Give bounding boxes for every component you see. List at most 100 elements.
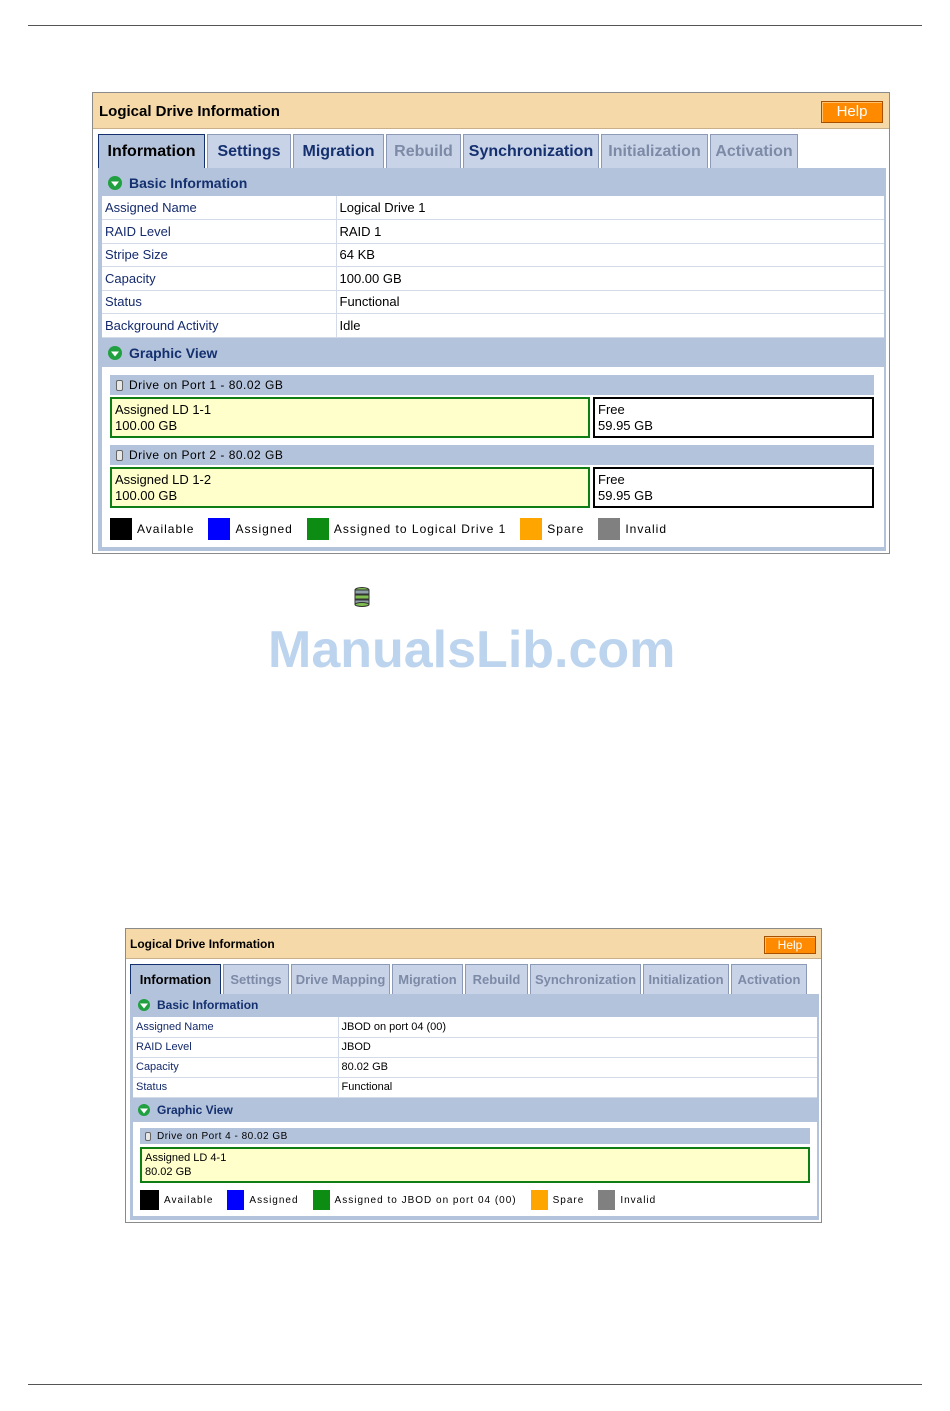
segment-name: Assigned LD 1-2: [115, 472, 212, 487]
row-label: Status: [133, 1077, 338, 1098]
row-label: Background Activity: [102, 313, 336, 338]
tab-synchronization[interactable]: Synchronization: [530, 964, 641, 994]
row-label: RAID Level: [133, 1037, 338, 1058]
legend-label: Assigned to Logical Drive 1: [333, 522, 507, 536]
row-value: 100.00 GB: [335, 266, 884, 291]
legend-swatch-available: [140, 1190, 159, 1210]
legend-swatch-assigned-to-jbod: [312, 1190, 330, 1210]
legend-label: Assigned: [249, 1194, 299, 1206]
legend-swatch-invalid: [598, 1190, 616, 1210]
graphic-view-header[interactable]: Graphic View: [108, 345, 217, 361]
row-label: Assigned Name: [102, 196, 336, 220]
row-value: Functional: [335, 290, 884, 314]
row-value: 80.02 GB: [337, 1057, 817, 1078]
drive-header: Drive on Port 2 - 80.02 GB: [110, 445, 874, 465]
legend-label: Available: [164, 1194, 214, 1206]
tab-rebuild[interactable]: Rebuild: [386, 134, 461, 168]
legend-label: Available: [137, 522, 195, 536]
graphic-view-title: Graphic View: [157, 1103, 233, 1117]
table-row: Status Functional: [102, 290, 884, 314]
legend-swatch-invalid: [598, 518, 621, 540]
table-row: Assigned Name Logical Drive 1: [102, 196, 884, 220]
tab-settings[interactable]: Settings: [223, 964, 289, 994]
basic-information-title: Basic Information: [157, 998, 259, 1012]
graphic-view: Drive on Port 1 - 80.02 GB Assigned LD 1…: [102, 367, 884, 547]
row-value: JBOD: [337, 1037, 817, 1058]
row-label: Status: [102, 290, 336, 314]
segment-name: Free: [598, 402, 625, 417]
assigned-segment[interactable]: Assigned LD 1-1 100.00 GB: [110, 397, 590, 438]
free-segment[interactable]: Free 59.95 GB: [593, 397, 874, 438]
basic-information-header[interactable]: Basic Information: [108, 175, 247, 191]
collapse-chevron-icon[interactable]: [108, 346, 122, 360]
logical-drive-info-panel-2: Logical Drive Information Help Informati…: [125, 928, 822, 1223]
panel-body: Information Settings Drive Mapping Migra…: [130, 964, 819, 1220]
segment-size: 80.02 GB: [145, 1165, 192, 1178]
drive-header-label: Drive on Port 2 - 80.02 GB: [129, 448, 284, 462]
legend-swatch-assigned-to-ld: [306, 518, 329, 540]
row-value: Logical Drive 1: [335, 196, 884, 220]
basic-information-header[interactable]: Basic Information: [138, 998, 258, 1012]
legend-swatch-spare: [530, 1190, 548, 1210]
table-row: Background Activity Idle: [102, 313, 884, 338]
tab-initialization[interactable]: Initialization: [601, 134, 708, 168]
panel-body: Information Settings Migration Rebuild S…: [98, 134, 886, 551]
tab-migration[interactable]: Migration: [293, 134, 384, 168]
bottom-rule: [28, 1384, 922, 1385]
help-button[interactable]: Help: [764, 936, 816, 954]
tab-drive-mapping[interactable]: Drive Mapping: [291, 964, 390, 994]
panel-title: Logical Drive Information: [130, 937, 275, 951]
basic-information-title: Basic Information: [129, 175, 248, 191]
assigned-segment[interactable]: Assigned LD 4-1 80.02 GB: [140, 1147, 810, 1183]
legend-swatch-available: [110, 518, 132, 540]
legend-label: Assigned to JBOD on port 04 (00): [334, 1194, 517, 1206]
row-value: RAID 1: [335, 219, 884, 244]
panel-titlebar: Logical Drive Information Help: [93, 93, 889, 129]
top-rule: [28, 25, 922, 26]
table-row: Capacity 80.02 GB: [133, 1057, 817, 1078]
legend-swatch-assigned: [227, 1190, 245, 1210]
legend-swatch-assigned: [208, 518, 231, 540]
legend-label: Invalid: [620, 1194, 657, 1206]
tab-activation[interactable]: Activation: [731, 964, 807, 994]
row-label: Capacity: [102, 266, 336, 291]
row-value: JBOD on port 04 (00): [337, 1017, 817, 1038]
legend-label: Invalid: [625, 522, 667, 536]
assigned-segment[interactable]: Assigned LD 1-2 100.00 GB: [110, 467, 590, 508]
tab-activation[interactable]: Activation: [710, 134, 798, 168]
drive-header-label: Drive on Port 1 - 80.02 GB: [129, 378, 284, 392]
graphic-view: Drive on Port 4 - 80.02 GB Assigned LD 4…: [133, 1122, 817, 1216]
tab-rebuild[interactable]: Rebuild: [465, 964, 528, 994]
help-button[interactable]: Help: [821, 101, 883, 123]
tab-migration[interactable]: Migration: [392, 964, 463, 994]
graphic-view-header[interactable]: Graphic View: [138, 1103, 233, 1117]
table-row: Capacity 100.00 GB: [102, 266, 884, 291]
graphic-view-title: Graphic View: [129, 345, 218, 361]
tab-initialization[interactable]: Initialization: [643, 964, 729, 994]
legend: Available Assigned Assigned to JBOD on p…: [140, 1189, 670, 1211]
free-segment[interactable]: Free 59.95 GB: [593, 467, 874, 508]
segment-name: Assigned LD 1-1: [115, 402, 212, 417]
row-value: 64 KB: [335, 243, 884, 267]
collapse-chevron-icon[interactable]: [108, 176, 122, 190]
segment-name: Free: [598, 472, 625, 487]
table-row: Assigned Name JBOD on port 04 (00): [133, 1017, 817, 1038]
legend-swatch-spare: [520, 518, 543, 540]
collapse-chevron-icon[interactable]: [138, 1104, 150, 1116]
tab-information[interactable]: Information: [98, 134, 205, 168]
collapse-chevron-icon[interactable]: [138, 999, 150, 1011]
tab-settings[interactable]: Settings: [207, 134, 291, 168]
table-row: Stripe Size 64 KB: [102, 243, 884, 267]
drive-header: Drive on Port 4 - 80.02 GB: [140, 1128, 810, 1144]
tab-synchronization[interactable]: Synchronization: [463, 134, 599, 168]
logical-drive-info-panel-1: Logical Drive Information Help Informati…: [92, 92, 890, 554]
row-value: Idle: [335, 313, 884, 338]
segment-name: Assigned LD 4-1: [145, 1152, 227, 1164]
drive-header-label: Drive on Port 4 - 80.02 GB: [157, 1130, 288, 1142]
panel-titlebar: Logical Drive Information Help: [126, 929, 821, 959]
row-label: Stripe Size: [102, 243, 336, 267]
tab-information[interactable]: Information: [130, 964, 221, 994]
legend-label: Spare: [547, 522, 585, 536]
legend-label: Assigned: [235, 522, 293, 536]
table-row: RAID Level RAID 1: [102, 219, 884, 244]
